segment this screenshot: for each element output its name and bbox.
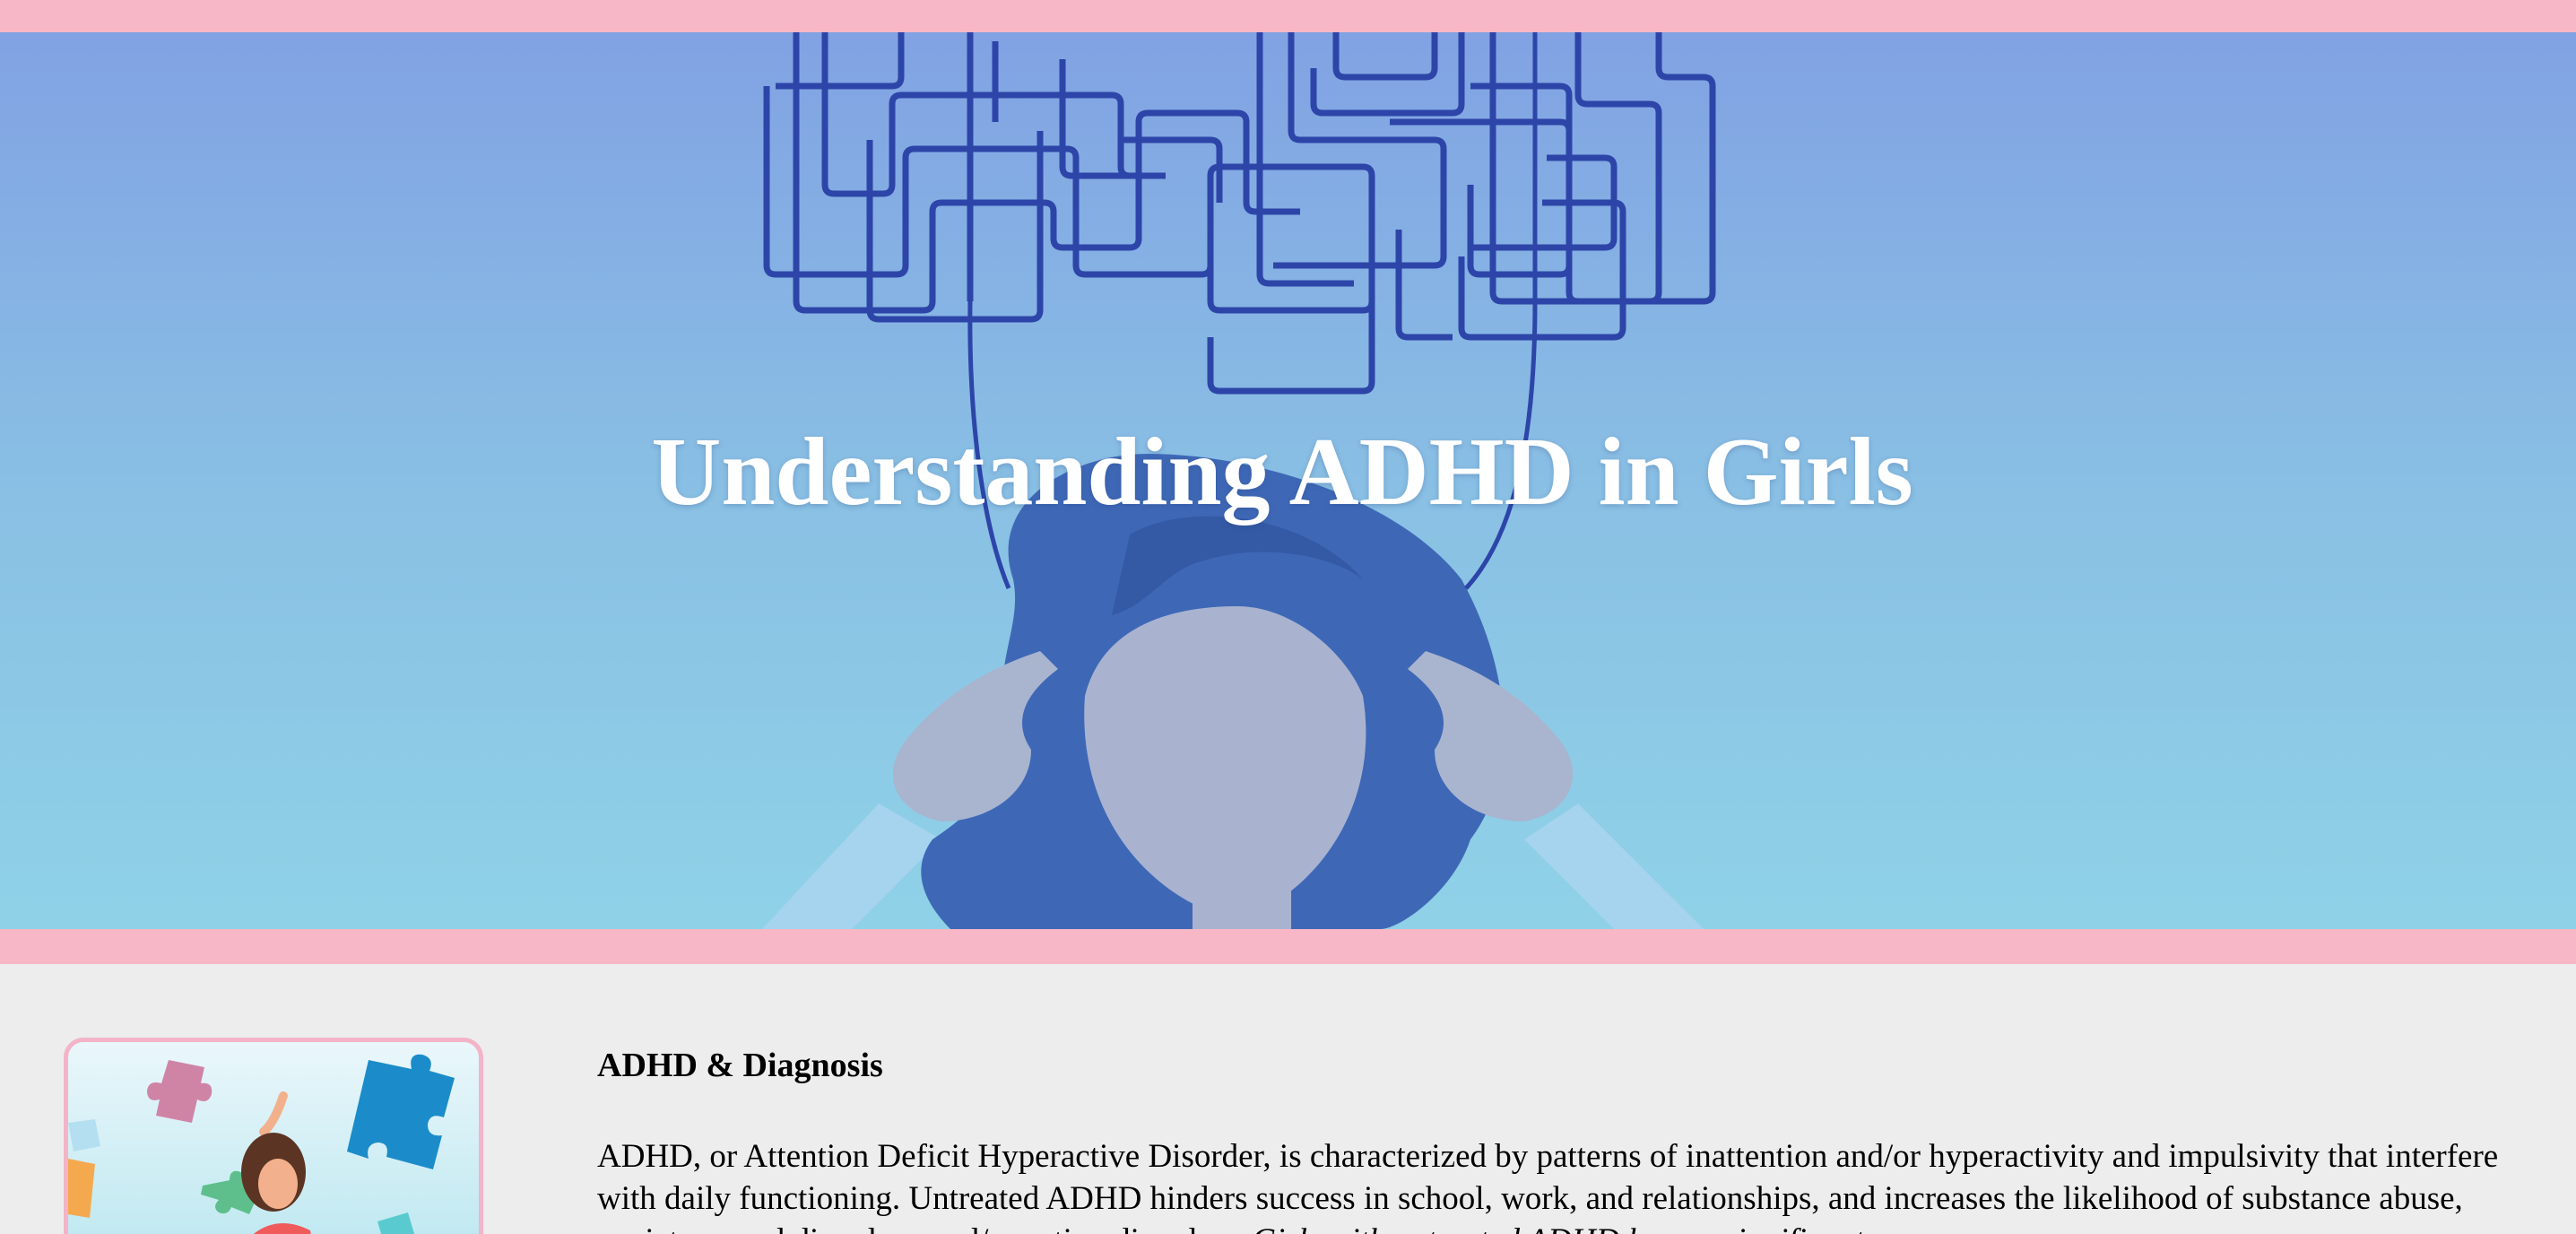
hero-banner: Understanding ADHD in Girls <box>0 32 2576 929</box>
bottom-pink-band <box>0 929 2576 964</box>
section-paragraph: ADHD, or Attention Deficit Hyperactive D… <box>597 1135 2525 1234</box>
section-image <box>64 1038 483 1234</box>
paragraph-emphasis: Girls with untreated ADHD have a signifi… <box>1252 1222 1863 1234</box>
page-title: Understanding ADHD in Girls <box>651 419 1913 526</box>
content-section: ADHD & Diagnosis ADHD, or Attention Defi… <box>0 964 2576 1234</box>
puzzle-girl-illustration <box>68 1054 455 1234</box>
paragraph-text: ADHD, or Attention Deficit Hyperactive D… <box>597 1138 2499 1234</box>
section-heading: ADHD & Diagnosis <box>597 1047 883 1084</box>
page: Understanding ADHD in Girls ADHD & Diagn… <box>0 0 2576 1234</box>
top-pink-band <box>0 0 2576 32</box>
